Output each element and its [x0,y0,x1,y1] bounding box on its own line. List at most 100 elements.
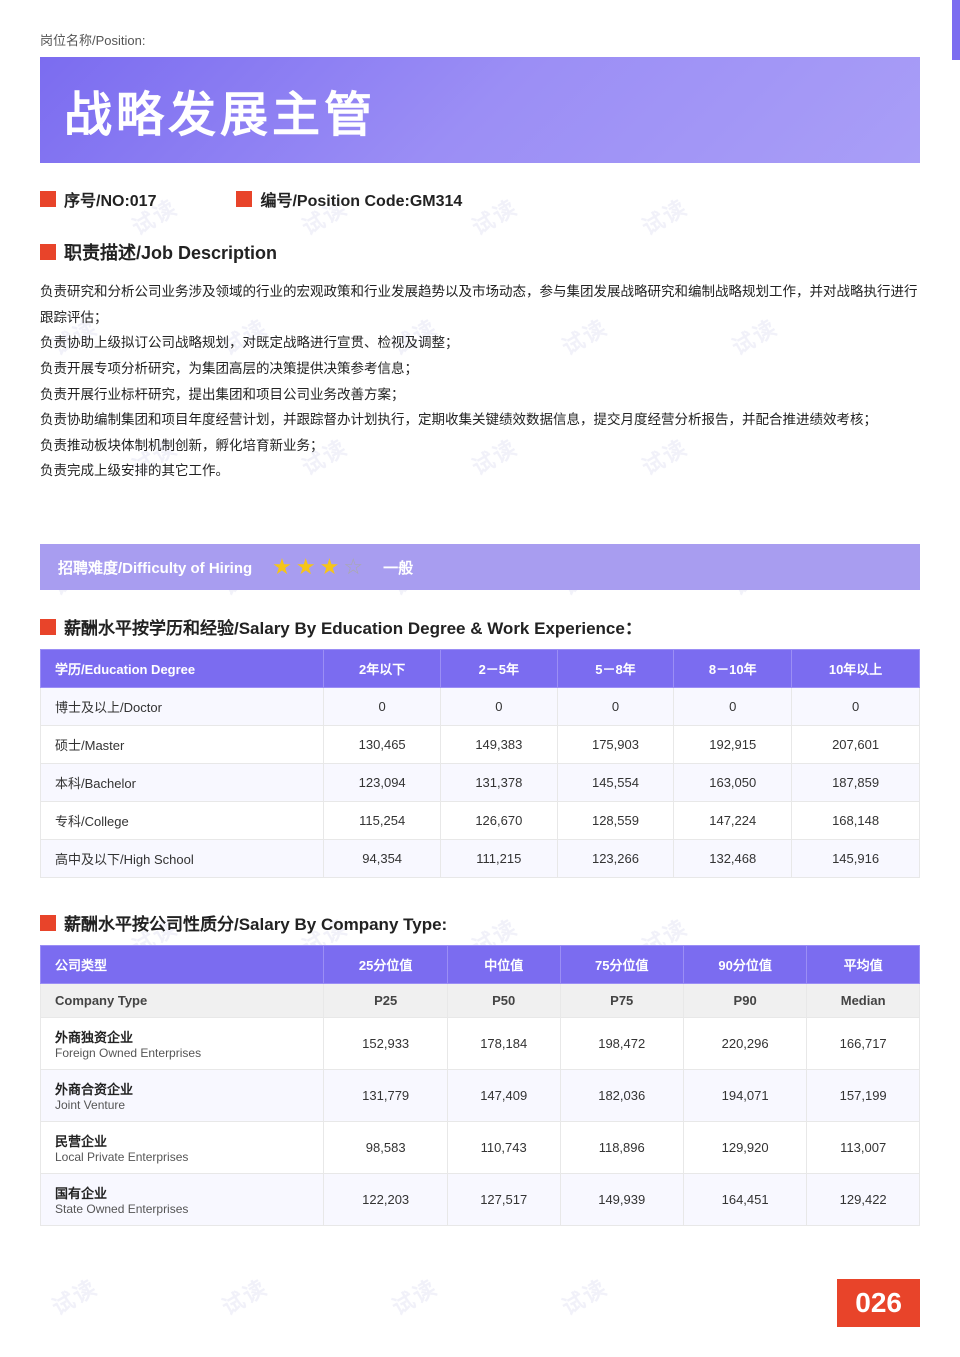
company-value-cell: 127,517 [447,1174,560,1226]
job-description-line: 负责研究和分析公司业务涉及领域的行业的宏观政策和行业发展趋势以及市场动态，参与集… [40,279,920,330]
company-table-row: 外商独资企业Foreign Owned Enterprises152,93317… [41,1018,920,1070]
salary-company-table: 公司类型25分位值中位值75分位值90分位值平均值Company TypeP25… [40,945,920,1226]
company-name-en: Foreign Owned Enterprises [55,1046,313,1060]
job-description-line: 负责完成上级安排的其它工作。 [40,458,920,484]
edu-value-cell: 0 [557,688,674,726]
edu-value-cell: 130,465 [324,726,441,764]
company-name-cn: 外商合资企业 [55,1079,313,1098]
title-banner: 战略发展主管 [40,57,920,163]
salary-company-title: 薪酬水平按公司性质分/Salary By Company Type: [64,910,447,935]
code-info: 编号/Position Code:GM314 [236,187,462,211]
edu-table-row: 硕士/Master130,465149,383175,903192,915207… [41,726,920,764]
company-name-en: Local Private Enterprises [55,1150,313,1164]
job-description-body: 负责研究和分析公司业务涉及领域的行业的宏观政策和行业发展趋势以及市场动态，参与集… [40,279,920,484]
salary-edu-title-row: 薪酬水平按学历和经验/Salary By Education Degree & … [40,614,920,639]
edu-table-header: 学历/Education Degree [41,650,324,688]
company-value-cell: 110,743 [447,1122,560,1174]
edu-value-cell: 0 [792,688,920,726]
company-table-row: 民营企业Local Private Enterprises 98,583110,7… [41,1122,920,1174]
company-table-header: 90分位值 [683,946,806,984]
salary-edu-table: 学历/Education Degree2年以下2－5年5－8年8－10年10年以… [40,649,920,878]
company-subheader-cell: P90 [683,984,806,1018]
star-filled: ★ [296,554,316,580]
company-value-cell: 113,007 [807,1122,920,1174]
company-subheader-cell: P75 [560,984,683,1018]
job-description-line: 负责推动板块体制机制创新，孵化培育新业务； [40,433,920,459]
company-value-cell: 118,896 [560,1122,683,1174]
job-description-line: 负责开展专项分析研究，为集团高层的决策提供决策参考信息； [40,356,920,382]
company-subheader-cell: P25 [324,984,447,1018]
edu-table-header: 10年以上 [792,650,920,688]
edu-value-cell: 147,224 [674,802,792,840]
difficulty-level: 一般 [383,557,413,578]
edu-value-cell: 126,670 [440,802,557,840]
edu-value-cell: 163,050 [674,764,792,802]
job-description-header: 职责描述/Job Description [40,239,920,265]
company-table-row: 外商合资企业Joint Venture131,779147,409182,036… [41,1070,920,1122]
edu-table-header: 5－8年 [557,650,674,688]
company-value-cell: 122,203 [324,1174,447,1226]
edu-value-cell: 175,903 [557,726,674,764]
company-table-header: 公司类型 [41,946,324,984]
company-value-cell: 166,717 [807,1018,920,1070]
company-table-header: 平均值 [807,946,920,984]
company-value-cell: 129,422 [807,1174,920,1226]
company-value-cell: 129,920 [683,1122,806,1174]
company-value-cell: 157,199 [807,1070,920,1122]
company-value-cell: 131,779 [324,1070,447,1122]
company-value-cell: 164,451 [683,1174,806,1226]
job-description-line: 负责协助编制集团和项目年度经营计划，并跟踪督办计划执行，定期收集关键绩效数据信息… [40,407,920,433]
edu-value-cell: 115,254 [324,802,441,840]
edu-value-cell: 145,554 [557,764,674,802]
red-square-salary-company [40,915,56,931]
company-value-cell: 98,583 [324,1122,447,1174]
job-description-line: 负责开展行业标杆研究，提出集团和项目公司业务改善方案； [40,382,920,408]
position-label: 岗位名称/Position: [40,30,920,49]
edu-value-cell: 145,916 [792,840,920,878]
star-filled: ★ [272,554,292,580]
company-value-cell: 182,036 [560,1070,683,1122]
red-square-code [236,191,252,207]
red-square-jd [40,244,56,260]
company-subheader-cell: Median [807,984,920,1018]
company-value-cell: 152,933 [324,1018,447,1070]
salary-edu-section: 薪酬水平按学历和经验/Salary By Education Degree & … [40,614,920,878]
company-value-cell: 198,472 [560,1018,683,1070]
edu-degree-cell: 专科/College [41,802,324,840]
edu-value-cell: 187,859 [792,764,920,802]
star-filled: ★ [320,554,340,580]
company-name-cn: 民营企业 [55,1131,313,1150]
edu-table-row: 本科/Bachelor123,094131,378145,554163,0501… [41,764,920,802]
company-value-cell: 194,071 [683,1070,806,1122]
page-title: 战略发展主管 [64,75,896,145]
company-table-header: 中位值 [447,946,560,984]
company-table-row: 国有企业State Owned Enterprises 122,203127,51… [41,1174,920,1226]
company-value-cell: 149,939 [560,1174,683,1226]
edu-value-cell: 123,266 [557,840,674,878]
edu-value-cell: 0 [674,688,792,726]
edu-value-cell: 168,148 [792,802,920,840]
edu-table-row: 高中及以下/High School94,354111,215123,266132… [41,840,920,878]
edu-value-cell: 123,094 [324,764,441,802]
edu-value-cell: 0 [440,688,557,726]
company-value-cell: 147,409 [447,1070,560,1122]
company-subheader-cell: Company Type [41,984,324,1018]
company-value-cell: 178,184 [447,1018,560,1070]
company-value-cell: 220,296 [683,1018,806,1070]
company-subheader-cell: P50 [447,984,560,1018]
edu-table-header: 2－5年 [440,650,557,688]
salary-edu-title: 薪酬水平按学历和经验/Salary By Education Degree & … [64,614,642,639]
edu-value-cell: 0 [324,688,441,726]
info-row: 序号/NO:017 编号/Position Code:GM314 [40,187,920,211]
edu-value-cell: 94,354 [324,840,441,878]
edu-value-cell: 207,601 [792,726,920,764]
page-number: 026 [837,1279,920,1327]
company-name-cn: 国有企业 [55,1183,313,1202]
edu-value-cell: 149,383 [440,726,557,764]
edu-value-cell: 192,915 [674,726,792,764]
red-square-no [40,191,56,207]
company-name-en: State Owned Enterprises [55,1202,313,1216]
company-name-en: Joint Venture [55,1098,313,1112]
company-name-cell: 外商合资企业Joint Venture [41,1070,324,1122]
code-label: 编号/Position Code:GM314 [260,187,462,211]
